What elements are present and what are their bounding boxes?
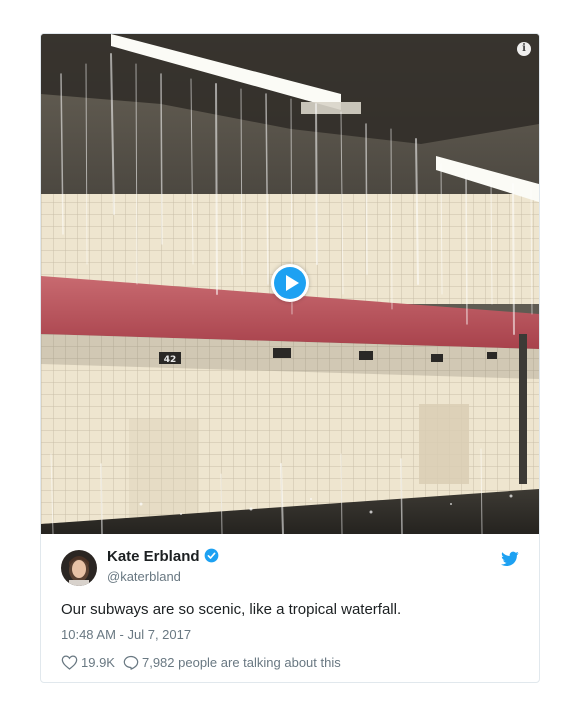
author-name-text: Kate Erbland	[107, 548, 200, 565]
speech-bubble-icon	[123, 655, 139, 670]
like-button[interactable]: 19.9K	[61, 655, 115, 670]
heart-icon	[61, 655, 78, 670]
like-count: 19.9K	[81, 654, 115, 670]
embedded-tweet-card[interactable]: 42 i Kate Erbland @katerbland Our subway…	[40, 33, 540, 683]
conversation-text: 7,982 people are talking about this	[141, 654, 341, 670]
twitter-bird-icon[interactable]	[501, 551, 519, 567]
tweet-body: Kate Erbland @katerbland Our subways are…	[41, 534, 539, 682]
conversation-link[interactable]: 7,982 people are talking about this	[123, 655, 341, 670]
author-name[interactable]: Kate Erbland	[107, 548, 219, 567]
platform-number-sign: 42	[164, 355, 177, 365]
avatar[interactable]	[61, 550, 97, 586]
tweet-timestamp[interactable]: 10:48 AM - Jul 7, 2017	[61, 627, 191, 642]
tweet-text: Our subways are so scenic, like a tropic…	[61, 601, 402, 618]
play-triangle-icon	[286, 275, 299, 291]
tweet-actions: 19.9K 7,982 people are talking about thi…	[61, 653, 341, 671]
video-media[interactable]: 42 i	[41, 34, 539, 534]
author-handle[interactable]: @katerbland	[107, 569, 181, 584]
info-icon[interactable]: i	[517, 42, 531, 56]
verified-badge-icon	[204, 548, 219, 567]
play-button[interactable]	[271, 264, 309, 302]
avatar-photo	[61, 550, 97, 586]
